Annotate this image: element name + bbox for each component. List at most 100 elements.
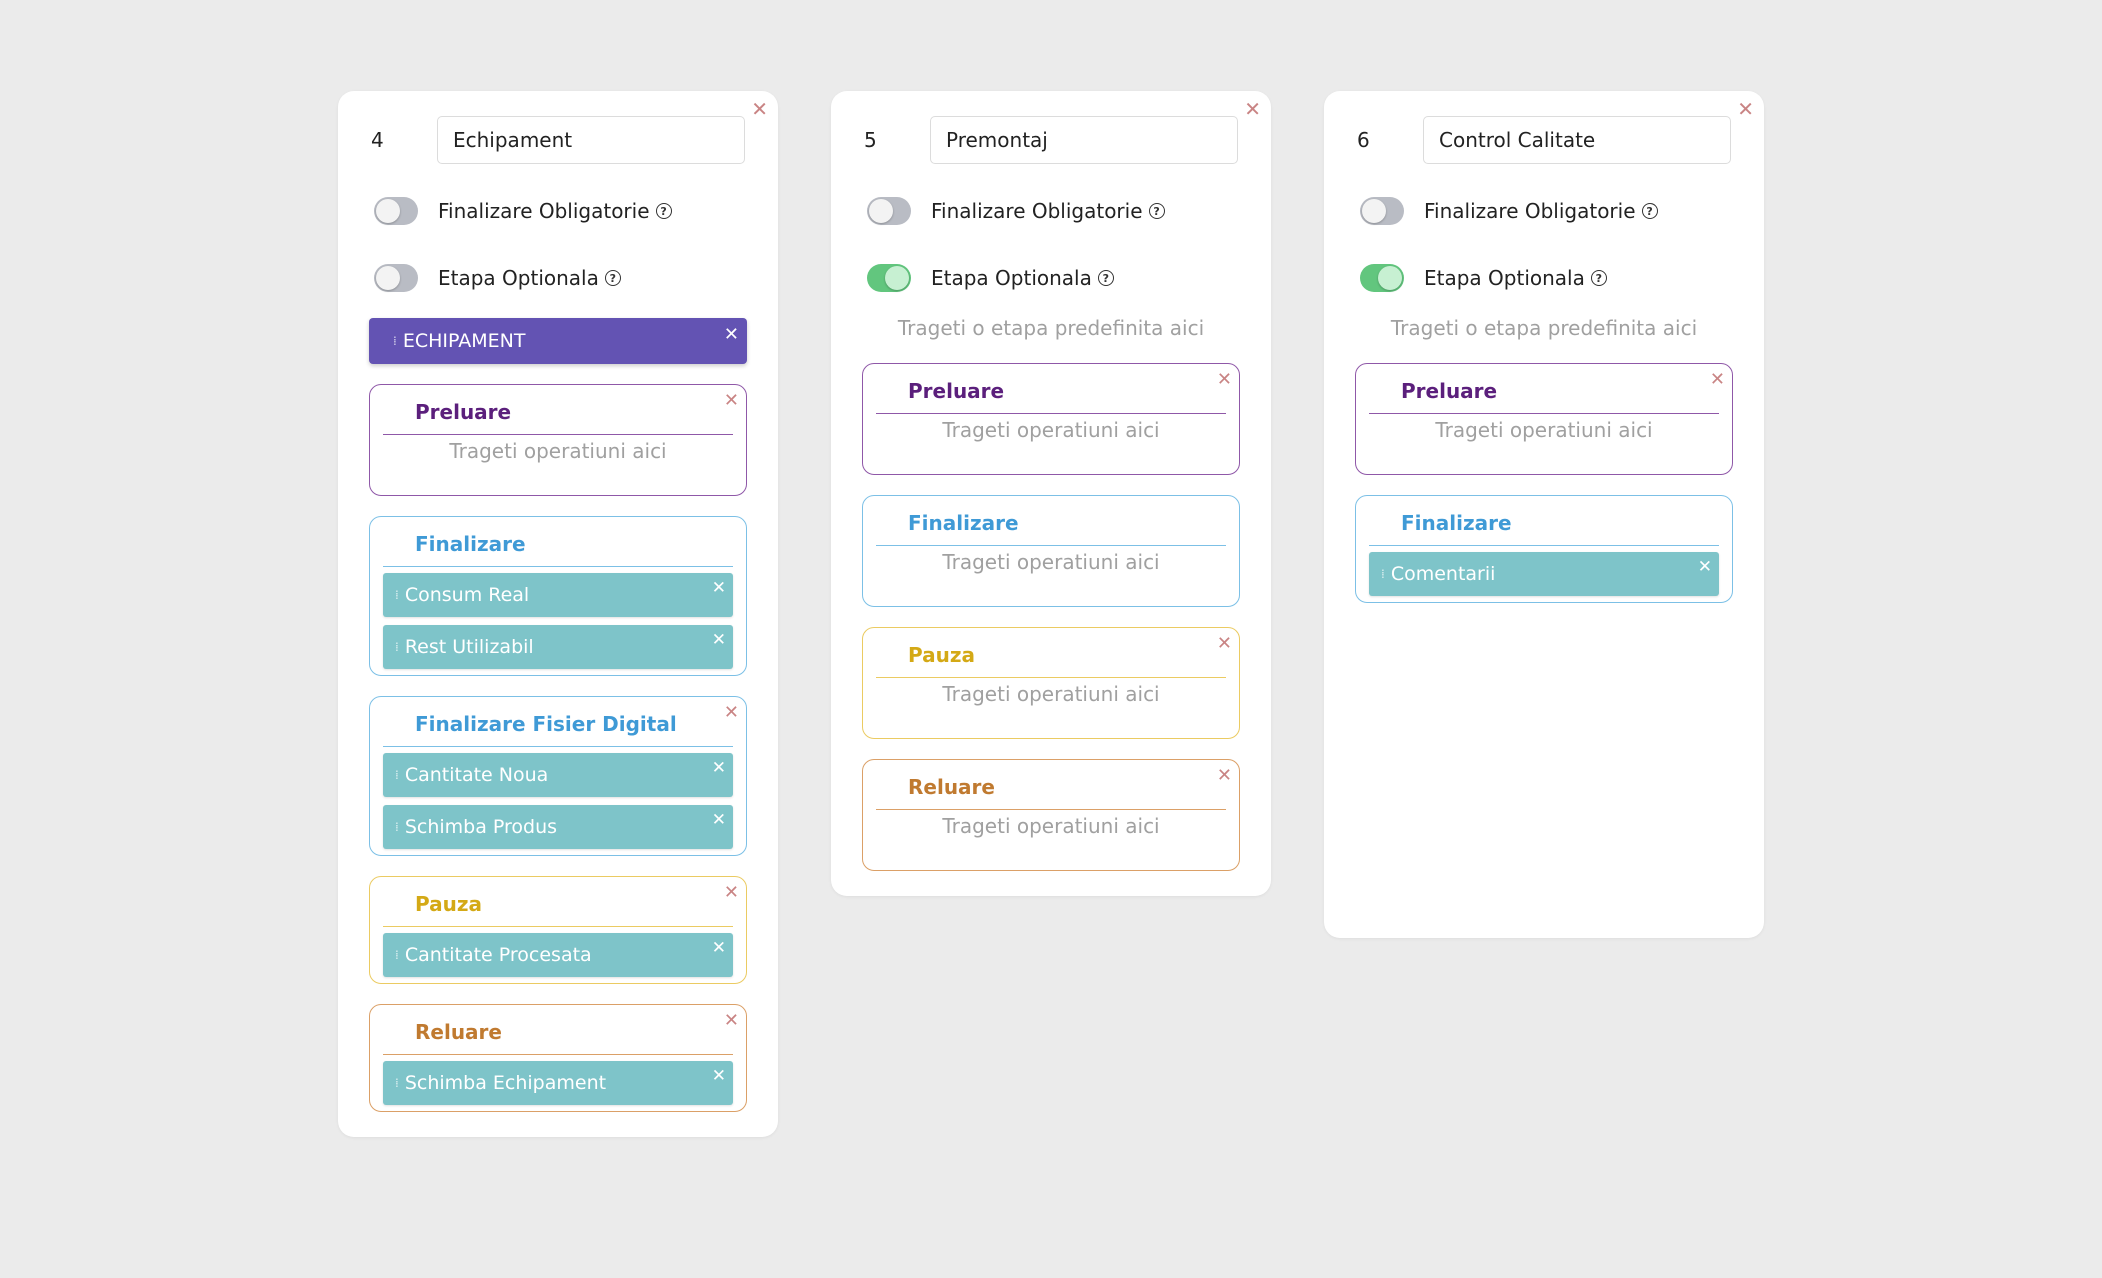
group-title: Preluare — [876, 364, 1226, 414]
help-circle-icon[interactable]: ? — [604, 270, 621, 286]
operations-drop-zone[interactable]: Trageti operatiuni aici — [876, 414, 1226, 474]
close-icon[interactable]: ✕ — [712, 810, 726, 830]
group-finalizare: Finalizare Trageti operatiuni aici — [862, 495, 1240, 607]
close-icon[interactable]: ✕ — [712, 1066, 726, 1086]
close-icon[interactable]: ✕ — [1737, 99, 1754, 119]
close-icon[interactable]: ✕ — [724, 1010, 739, 1031]
operation-label: Comentarii — [1390, 563, 1496, 585]
operations-drop-zone[interactable]: Trageti operatiuni aici — [383, 435, 733, 495]
stage-drop-zone[interactable]: Trageti o etapa predefinita aici — [862, 316, 1240, 344]
group-finalizare: Finalizare ⁞ Consum Real ✕ ⁞ Rest Utiliz… — [369, 516, 747, 676]
close-icon[interactable]: ✕ — [751, 99, 768, 119]
mandatory-label: Finalizare Obligatorie — [1424, 199, 1636, 223]
drag-handle-icon[interactable]: ⁞ — [395, 948, 399, 962]
stage-name-input[interactable] — [437, 116, 745, 164]
close-icon[interactable]: ✕ — [712, 758, 726, 778]
optional-toggle[interactable] — [867, 264, 911, 292]
close-icon[interactable]: ✕ — [1217, 633, 1232, 654]
optional-label: Etapa Optionala — [1424, 266, 1585, 290]
operations-drop-zone[interactable]: Trageti operatiuni aici — [876, 810, 1226, 870]
help-circle-icon[interactable]: ? — [1641, 203, 1658, 219]
mandatory-toggle[interactable] — [1360, 197, 1404, 225]
mandatory-toggle[interactable] — [374, 197, 418, 225]
close-icon[interactable]: ✕ — [1710, 369, 1725, 390]
operation-chip[interactable]: ⁞ Cantitate Noua ✕ — [383, 753, 733, 797]
close-icon[interactable]: ✕ — [724, 702, 739, 723]
help-circle-icon[interactable]: ? — [655, 203, 672, 219]
stage-header: 6 — [1355, 116, 1733, 164]
stage-name-input[interactable] — [1423, 116, 1731, 164]
close-icon[interactable]: ✕ — [712, 578, 726, 598]
toggle-knob — [376, 199, 400, 223]
toggle-knob — [1378, 266, 1402, 290]
stage-header: 5 — [862, 116, 1240, 164]
group-pauza: Pauza ✕ ⁞ Cantitate Procesata ✕ — [369, 876, 747, 984]
optional-label: Etapa Optionala — [931, 266, 1092, 290]
predefined-stage-chip[interactable]: ⁞ ECHIPAMENT ✕ — [369, 318, 747, 364]
stage-drop-zone[interactable]: Trageti o etapa predefinita aici — [1355, 316, 1733, 344]
mandatory-toggle[interactable] — [867, 197, 911, 225]
optional-row: Etapa Optionala ? — [862, 258, 1240, 298]
drag-handle-icon[interactable]: ⁞ — [395, 768, 399, 782]
group-title: Pauza — [876, 628, 1226, 678]
operations-drop-zone[interactable]: Trageti operatiuni aici — [1369, 414, 1719, 474]
mandatory-label: Finalizare Obligatorie — [931, 199, 1143, 223]
drag-handle-icon[interactable]: ⁞ — [395, 1076, 399, 1090]
close-icon[interactable]: ✕ — [724, 324, 739, 345]
mandatory-row: Finalizare Obligatorie ? — [862, 191, 1240, 231]
close-icon[interactable]: ✕ — [712, 938, 726, 958]
drag-handle-icon[interactable]: ⁞ — [395, 820, 399, 834]
operation-chip[interactable]: ⁞ Comentarii ✕ — [1369, 552, 1719, 596]
mandatory-row: Finalizare Obligatorie ? — [369, 191, 747, 231]
group-title: Preluare — [383, 385, 733, 435]
optional-row: Etapa Optionala ? — [1355, 258, 1733, 298]
toggle-knob — [869, 199, 893, 223]
close-icon[interactable]: ✕ — [1217, 369, 1232, 390]
operation-label: Schimba Produs — [404, 816, 558, 838]
operation-label: Cantitate Procesata — [404, 944, 592, 966]
operations-drop-zone[interactable]: Trageti operatiuni aici — [876, 546, 1226, 606]
operations-list: ⁞ Comentarii ✕ — [1369, 546, 1719, 602]
toggle-knob — [1362, 199, 1386, 223]
stage-number: 6 — [1357, 128, 1370, 152]
group-preluare: Preluare ✕ Trageti operatiuni aici — [1355, 363, 1733, 475]
close-icon[interactable]: ✕ — [712, 630, 726, 650]
drag-handle-icon[interactable]: ⁞ — [395, 588, 399, 602]
mandatory-row: Finalizare Obligatorie ? — [1355, 191, 1733, 231]
stage-number: 5 — [864, 128, 877, 152]
optional-row: Etapa Optionala ? — [369, 258, 747, 298]
group-title: Preluare — [1369, 364, 1719, 414]
group-title: Pauza — [383, 877, 733, 927]
operation-chip[interactable]: ⁞ Cantitate Procesata ✕ — [383, 933, 733, 977]
help-circle-icon[interactable]: ? — [1590, 270, 1607, 286]
drag-handle-icon[interactable]: ⁞ — [395, 640, 399, 654]
operation-label: Rest Utilizabil — [404, 636, 534, 658]
operation-chip[interactable]: ⁞ Rest Utilizabil ✕ — [383, 625, 733, 669]
group-title: Finalizare Fisier Digital — [383, 697, 733, 747]
close-icon[interactable]: ✕ — [1217, 765, 1232, 786]
optional-toggle[interactable] — [1360, 264, 1404, 292]
close-icon[interactable]: ✕ — [1244, 99, 1261, 119]
close-icon[interactable]: ✕ — [724, 390, 739, 411]
operation-chip[interactable]: ⁞ Consum Real ✕ — [383, 573, 733, 617]
stage-chip-label: ECHIPAMENT — [402, 330, 526, 352]
drag-handle-icon[interactable]: ⁞ — [1381, 567, 1385, 581]
toggle-knob — [376, 266, 400, 290]
optional-toggle[interactable] — [374, 264, 418, 292]
help-circle-icon[interactable]: ? — [1148, 203, 1165, 219]
stage-name-input[interactable] — [930, 116, 1238, 164]
group-title: Finalizare — [1369, 496, 1719, 546]
operations-list: ⁞ Schimba Echipament ✕ — [383, 1055, 733, 1111]
group-preluare: Preluare ✕ Trageti operatiuni aici — [862, 363, 1240, 475]
close-icon[interactable]: ✕ — [724, 882, 739, 903]
group-pauza: Pauza ✕ Trageti operatiuni aici — [862, 627, 1240, 739]
drag-handle-icon[interactable]: ⁞ — [393, 334, 397, 348]
stage-card-5: ✕ 5 Finalizare Obligatorie ? Etapa Optio… — [831, 91, 1271, 896]
operations-drop-zone[interactable]: Trageti operatiuni aici — [876, 678, 1226, 738]
close-icon[interactable]: ✕ — [1698, 557, 1712, 577]
group-title: Finalizare — [383, 517, 733, 567]
group-reluare: Reluare ✕ Trageti operatiuni aici — [862, 759, 1240, 871]
operation-chip[interactable]: ⁞ Schimba Produs ✕ — [383, 805, 733, 849]
operation-chip[interactable]: ⁞ Schimba Echipament ✕ — [383, 1061, 733, 1105]
help-circle-icon[interactable]: ? — [1097, 270, 1114, 286]
